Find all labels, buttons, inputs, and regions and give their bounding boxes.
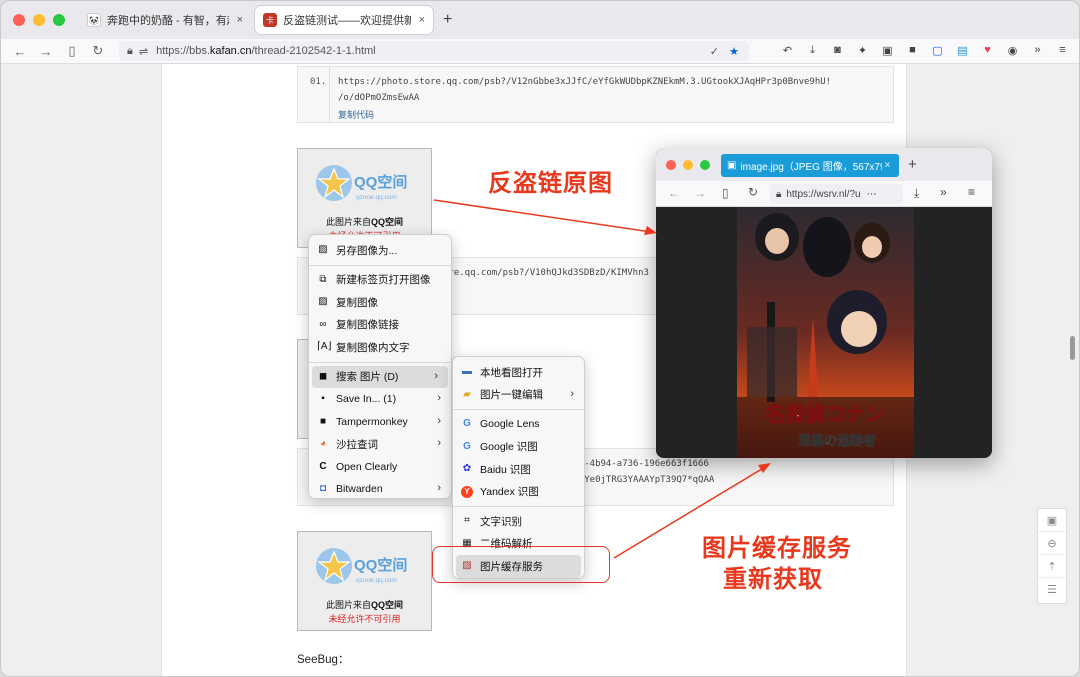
annotation-arrows <box>433 199 771 559</box>
browser-window: 🐼 奔跑中的奶酪 - 有智，有趣，有爱 × 卡 反盗链测试——欢迎提供新的地址 … <box>0 0 1080 677</box>
back-to-top-icon[interactable]: ⇡ <box>1038 555 1066 578</box>
list-icon[interactable]: ☰ <box>1038 578 1066 601</box>
page-scrollbar[interactable] <box>1070 336 1075 360</box>
comment-icon[interactable]: ▣ <box>1038 509 1066 532</box>
arrow-line <box>433 199 652 233</box>
annotation-refetch: 重新获取 <box>723 566 823 593</box>
arrow-head <box>758 463 771 473</box>
annotation-original-image: 反盗链原图 <box>488 170 613 197</box>
arrow-head <box>644 226 657 235</box>
floating-toolbar: ▣ ⊖ ⇡ ☰ <box>1037 508 1067 604</box>
annotation-cache-service: 图片缓存服务 <box>702 535 852 562</box>
minus-circle-icon[interactable]: ⊖ <box>1038 532 1066 555</box>
